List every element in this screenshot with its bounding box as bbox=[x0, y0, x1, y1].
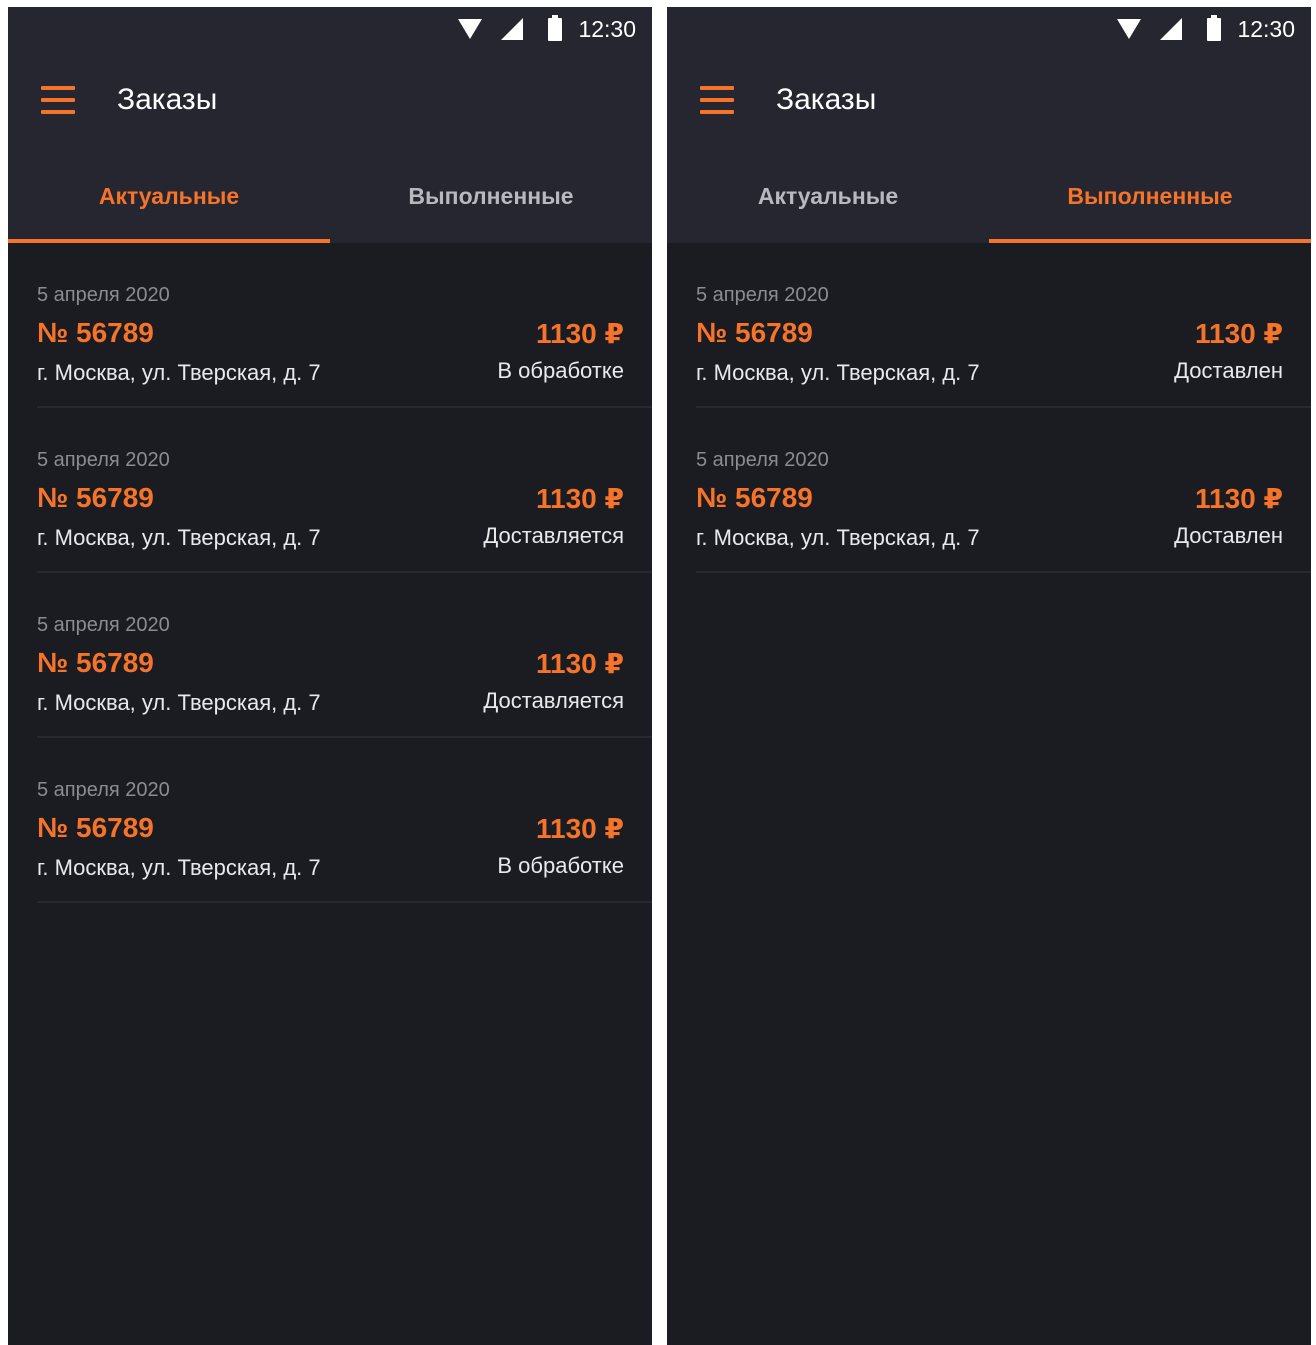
menu-icon[interactable] bbox=[41, 86, 75, 116]
order-date: 5 апреля 2020 bbox=[37, 779, 170, 801]
app-header: 12:30 Заказы Актуальные Выполненные bbox=[667, 7, 1311, 243]
order-status: В обработке bbox=[497, 358, 624, 383]
battery-icon bbox=[1207, 15, 1221, 41]
order-item[interactable]: 5 апреля 2020 № 56789 1130 ₽ г. Москва, … bbox=[37, 573, 652, 738]
tab-bar: Актуальные Выполненные bbox=[667, 167, 1311, 243]
order-number: № 56789 bbox=[696, 317, 813, 348]
order-number: № 56789 bbox=[37, 482, 154, 513]
order-address: г. Москва, ул. Тверская, д. 7 bbox=[37, 855, 321, 880]
order-number: № 56789 bbox=[37, 812, 154, 843]
order-date: 5 апреля 2020 bbox=[696, 449, 829, 471]
order-price: 1130 ₽ bbox=[535, 318, 624, 349]
menu-icon[interactable] bbox=[700, 86, 734, 116]
order-address: г. Москва, ул. Тверская, д. 7 bbox=[696, 360, 980, 385]
order-number: № 56789 bbox=[696, 482, 813, 513]
signal-icon bbox=[1160, 18, 1182, 40]
order-address: г. Москва, ул. Тверская, д. 7 bbox=[37, 360, 321, 385]
status-time: 12:30 bbox=[578, 16, 636, 42]
tab-bar: Актуальные Выполненные bbox=[8, 167, 652, 243]
tab-actual[interactable]: Актуальные bbox=[8, 167, 330, 243]
order-status: Доставляется bbox=[483, 523, 624, 548]
order-address: г. Москва, ул. Тверская, д. 7 bbox=[37, 690, 321, 715]
order-price: 1130 ₽ bbox=[535, 813, 624, 844]
order-status: Доставлен bbox=[1174, 358, 1283, 383]
status-time: 12:30 bbox=[1237, 16, 1295, 42]
order-item[interactable]: 5 апреля 2020 № 56789 1130 ₽ г. Москва, … bbox=[696, 408, 1311, 573]
order-price: 1130 ₽ bbox=[1194, 483, 1283, 514]
page-title: Заказы bbox=[776, 83, 877, 116]
order-date: 5 апреля 2020 bbox=[37, 614, 170, 636]
order-item[interactable]: 5 апреля 2020 № 56789 1130 ₽ г. Москва, … bbox=[37, 738, 652, 903]
order-address: г. Москва, ул. Тверская, д. 7 bbox=[696, 525, 980, 550]
order-address: г. Москва, ул. Тверская, д. 7 bbox=[37, 525, 321, 550]
order-status: Доставляется bbox=[483, 688, 624, 713]
orders-list: 5 апреля 2020 № 56789 1130 ₽ г. Москва, … bbox=[8, 243, 652, 903]
tab-completed[interactable]: Выполненные bbox=[330, 167, 652, 243]
page-title: Заказы bbox=[117, 83, 218, 116]
wifi-icon bbox=[458, 19, 482, 39]
order-item[interactable]: 5 апреля 2020 № 56789 1130 ₽ г. Москва, … bbox=[696, 243, 1311, 408]
order-number: № 56789 bbox=[37, 317, 154, 348]
tab-actual[interactable]: Актуальные bbox=[667, 167, 989, 243]
order-price: 1130 ₽ bbox=[535, 483, 624, 514]
orders-screen-completed: 12:30 Заказы Актуальные Выполненные 5 ап… bbox=[667, 7, 1311, 1345]
wifi-icon bbox=[1117, 19, 1141, 39]
battery-icon bbox=[548, 15, 562, 41]
order-price: 1130 ₽ bbox=[1194, 318, 1283, 349]
order-date: 5 апреля 2020 bbox=[37, 449, 170, 471]
order-item[interactable]: 5 апреля 2020 № 56789 1130 ₽ г. Москва, … bbox=[37, 243, 652, 408]
status-bar: 12:30 bbox=[667, 7, 1311, 51]
orders-list: 5 апреля 2020 № 56789 1130 ₽ г. Москва, … bbox=[667, 243, 1311, 573]
order-item[interactable]: 5 апреля 2020 № 56789 1130 ₽ г. Москва, … bbox=[37, 408, 652, 573]
tab-completed[interactable]: Выполненные bbox=[989, 167, 1311, 243]
order-status: Доставлен bbox=[1174, 523, 1283, 548]
order-price: 1130 ₽ bbox=[535, 648, 624, 679]
order-date: 5 апреля 2020 bbox=[37, 284, 170, 306]
signal-icon bbox=[501, 18, 523, 40]
order-date: 5 апреля 2020 bbox=[696, 284, 829, 306]
order-status: В обработке bbox=[497, 853, 624, 878]
status-bar: 12:30 bbox=[8, 7, 652, 51]
orders-screen-active: 12:30 Заказы Актуальные Выполненные 5 ап… bbox=[8, 7, 652, 1345]
order-number: № 56789 bbox=[37, 647, 154, 678]
app-header: 12:30 Заказы Актуальные Выполненные bbox=[8, 7, 652, 243]
